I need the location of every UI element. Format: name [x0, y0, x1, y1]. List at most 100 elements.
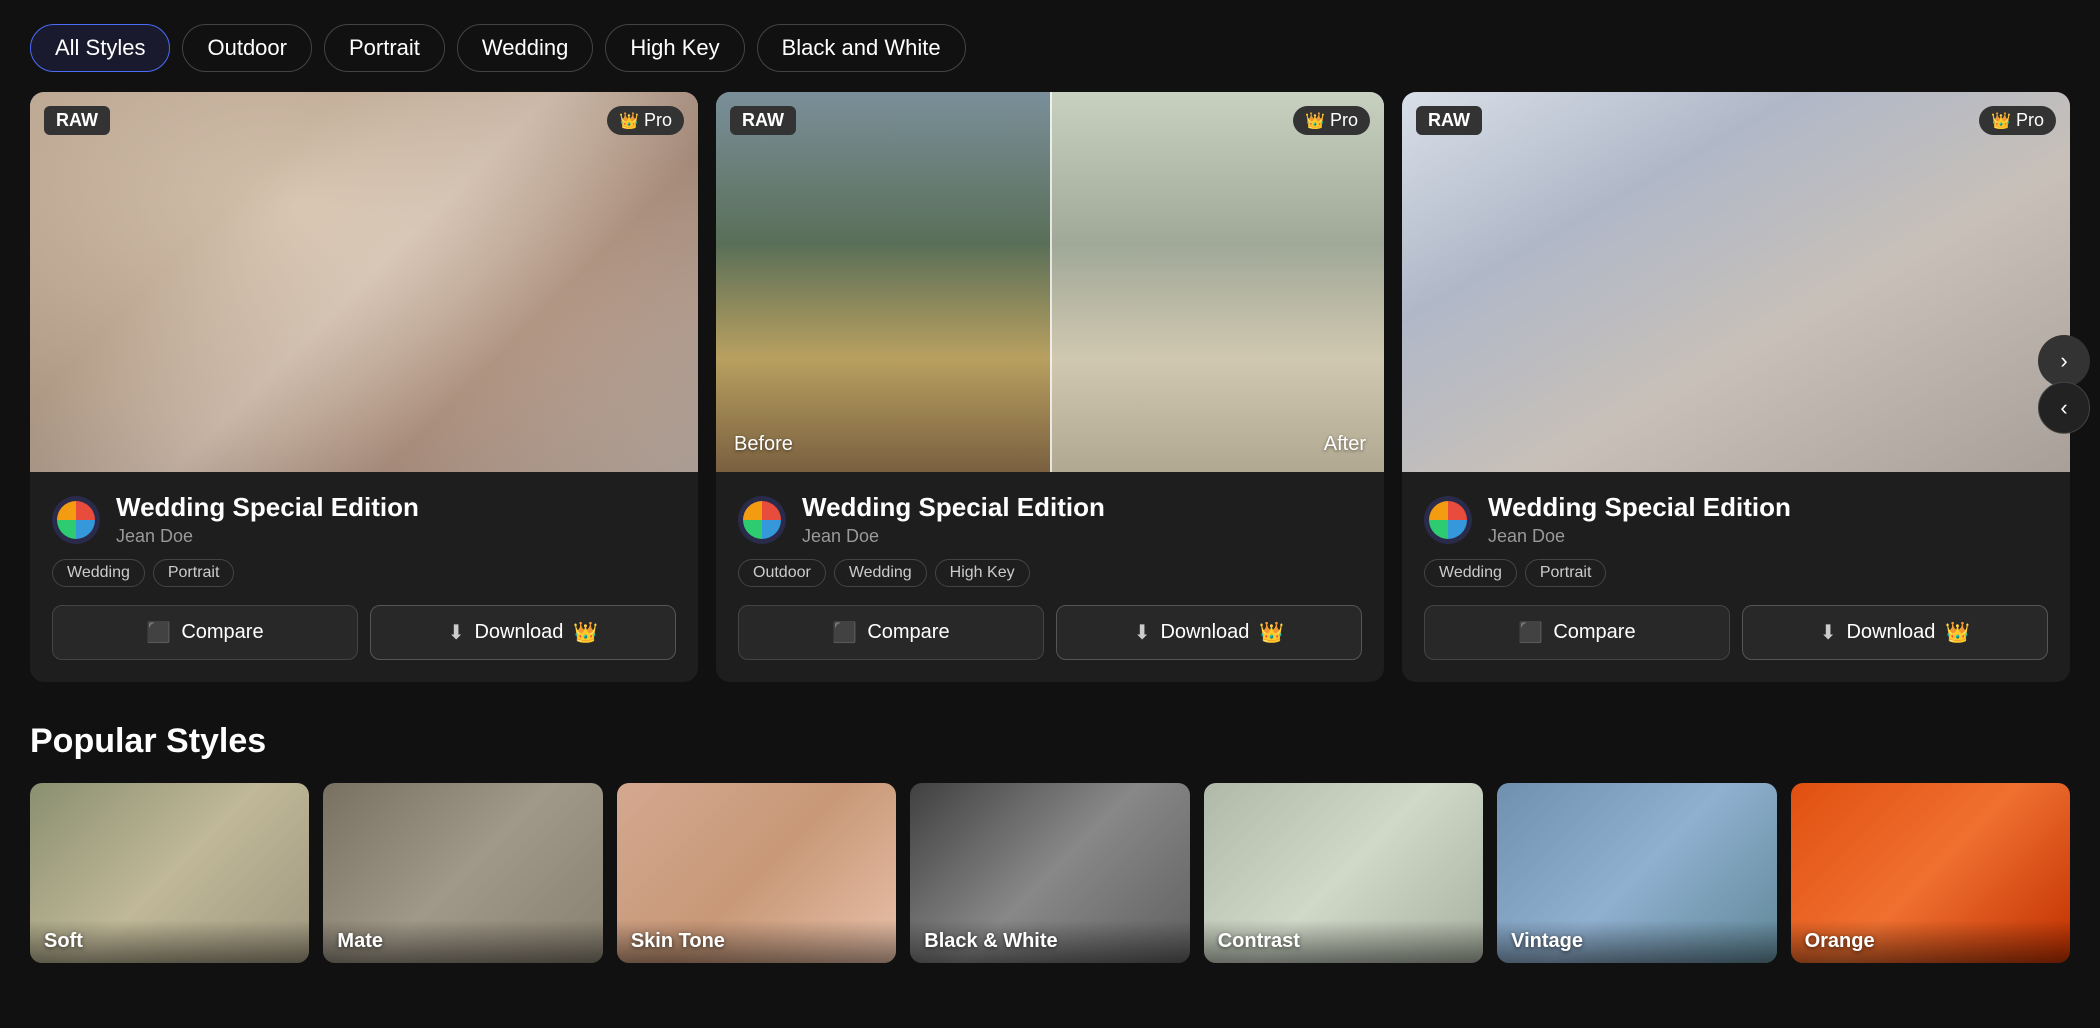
card-1-author: Jean Doe: [116, 526, 419, 547]
card-1-tags: Wedding Portrait: [52, 559, 676, 587]
card-3-pro-badge: 👑 Pro: [1979, 106, 2056, 135]
cards-container: RAW 👑 Pro Wedding Special Edition Jean D…: [30, 92, 2070, 682]
download-icon: ⬇: [448, 620, 465, 645]
tag-outdoor: Outdoor: [738, 559, 826, 587]
card-1-title: Wedding Special Edition: [116, 492, 419, 523]
popular-contrast-label: Contrast: [1204, 920, 1483, 963]
tab-wedding[interactable]: Wedding: [457, 24, 593, 72]
card-3-tags: Wedding Portrait: [1424, 559, 2048, 587]
card-2-avatar: [738, 496, 786, 544]
card-2-download-button[interactable]: ⬇ Download 👑: [1056, 605, 1362, 660]
popular-orange-label: Orange: [1791, 920, 2070, 963]
card-2-actions: ⬛ Compare ⬇ Download 👑: [738, 605, 1362, 660]
popular-card-vintage[interactable]: Vintage: [1497, 783, 1776, 963]
card-3-actions: ⬛ Compare ⬇ Download 👑: [1424, 605, 2048, 660]
compare-icon-3: ⬛: [1518, 620, 1543, 645]
popular-title: Popular Styles: [30, 722, 2070, 761]
tag-wedding-2: Wedding: [834, 559, 927, 587]
card-2: RAW 👑 Pro Before After: [716, 92, 1384, 682]
card-3-info: Wedding Special Edition Jean Doe Wedding…: [1402, 472, 2070, 682]
tag-wedding: Wedding: [52, 559, 145, 587]
popular-soft-label: Soft: [30, 920, 309, 963]
card-3-header: Wedding Special Edition Jean Doe: [1424, 492, 2048, 547]
carousel-prev-button[interactable]: ‹: [2038, 382, 2090, 434]
tag-portrait: Portrait: [153, 559, 235, 587]
download-crown-icon: 👑: [573, 620, 598, 645]
avatar-logo: [57, 501, 95, 539]
avatar-logo-2: [743, 501, 781, 539]
card-3-photo: [1402, 92, 2070, 472]
popular-card-orange[interactable]: Orange: [1791, 783, 2070, 963]
card-2-title: Wedding Special Edition: [802, 492, 1105, 523]
carousel-next-button[interactable]: ›: [2038, 335, 2090, 387]
card-2-author: Jean Doe: [802, 526, 1105, 547]
card-1-compare-button[interactable]: ⬛ Compare: [52, 605, 358, 660]
compare-icon-2: ⬛: [832, 620, 857, 645]
popular-section: Popular Styles Soft Mate Skin Tone Black…: [0, 682, 2100, 983]
popular-card-mate[interactable]: Mate: [323, 783, 602, 963]
card-2-compare-button[interactable]: ⬛ Compare: [738, 605, 1044, 660]
card-1-pro-badge: 👑 Pro: [607, 106, 684, 135]
popular-mate-label: Mate: [323, 920, 602, 963]
card-3-raw-badge: RAW: [1416, 106, 1482, 135]
card-3: RAW 👑 Pro Wedding Special Edition Jean D…: [1402, 92, 2070, 682]
card-1-header: Wedding Special Edition Jean Doe: [52, 492, 676, 547]
tab-all-styles[interactable]: All Styles: [30, 24, 170, 72]
compare-icon: ⬛: [146, 620, 171, 645]
before-label: Before: [734, 433, 793, 456]
card-2-tags: Outdoor Wedding High Key: [738, 559, 1362, 587]
crown-icon-2: 👑: [1305, 111, 1325, 131]
card-3-title: Wedding Special Edition: [1488, 492, 1791, 523]
photo-after-half: [1050, 92, 1384, 472]
download-icon-3: ⬇: [1820, 620, 1837, 645]
card-1-image: RAW 👑 Pro: [30, 92, 698, 472]
card-1-title-block: Wedding Special Edition Jean Doe: [116, 492, 419, 547]
card-3-compare-button[interactable]: ⬛ Compare: [1424, 605, 1730, 660]
card-1-download-button[interactable]: ⬇ Download 👑: [370, 605, 676, 660]
crown-icon: 👑: [619, 111, 639, 131]
tab-portrait[interactable]: Portrait: [324, 24, 445, 72]
card-2-raw-badge: RAW: [730, 106, 796, 135]
card-2-title-block: Wedding Special Edition Jean Doe: [802, 492, 1105, 547]
card-3-author: Jean Doe: [1488, 526, 1791, 547]
popular-card-bw[interactable]: Black & White: [910, 783, 1189, 963]
popular-grid: Soft Mate Skin Tone Black & White Contra…: [30, 783, 2070, 963]
card-1-avatar: [52, 496, 100, 544]
photo-before-half: [716, 92, 1050, 472]
card-1-info: Wedding Special Edition Jean Doe Wedding…: [30, 472, 698, 682]
card-1: RAW 👑 Pro Wedding Special Edition Jean D…: [30, 92, 698, 682]
card-2-pro-badge: 👑 Pro: [1293, 106, 1370, 135]
popular-bw-label: Black & White: [910, 920, 1189, 963]
tab-high-key[interactable]: High Key: [605, 24, 744, 72]
popular-vintage-label: Vintage: [1497, 920, 1776, 963]
download-crown-icon-2: 👑: [1259, 620, 1284, 645]
crown-icon-3: 👑: [1991, 111, 2011, 131]
card-1-raw-badge: RAW: [44, 106, 110, 135]
card-1-actions: ⬛ Compare ⬇ Download 👑: [52, 605, 676, 660]
tab-outdoor[interactable]: Outdoor: [182, 24, 312, 72]
filter-tabs: All Styles Outdoor Portrait Wedding High…: [0, 0, 2100, 92]
tab-black-and-white[interactable]: Black and White: [757, 24, 966, 72]
card-3-title-block: Wedding Special Edition Jean Doe: [1488, 492, 1791, 547]
card-2-info: Wedding Special Edition Jean Doe Outdoor…: [716, 472, 1384, 682]
avatar-logo-3: [1429, 501, 1467, 539]
tag-wedding-3: Wedding: [1424, 559, 1517, 587]
tag-portrait-3: Portrait: [1525, 559, 1607, 587]
popular-card-soft[interactable]: Soft: [30, 783, 309, 963]
card-3-avatar: [1424, 496, 1472, 544]
download-icon-2: ⬇: [1134, 620, 1151, 645]
after-label: After: [1324, 433, 1366, 456]
tag-highkey: High Key: [935, 559, 1030, 587]
popular-card-skintone[interactable]: Skin Tone: [617, 783, 896, 963]
card-2-image: RAW 👑 Pro Before After: [716, 92, 1384, 472]
popular-card-contrast[interactable]: Contrast: [1204, 783, 1483, 963]
card-1-photo: [30, 92, 698, 472]
card-3-download-button[interactable]: ⬇ Download 👑: [1742, 605, 2048, 660]
popular-skintone-label: Skin Tone: [617, 920, 896, 963]
download-crown-icon-3: 👑: [1945, 620, 1970, 645]
card-3-image: RAW 👑 Pro: [1402, 92, 2070, 472]
cards-section: RAW 👑 Pro Wedding Special Edition Jean D…: [0, 92, 2100, 682]
before-after-divider: [1050, 92, 1052, 472]
card-2-header: Wedding Special Edition Jean Doe: [738, 492, 1362, 547]
card-2-photo: Before After: [716, 92, 1384, 472]
